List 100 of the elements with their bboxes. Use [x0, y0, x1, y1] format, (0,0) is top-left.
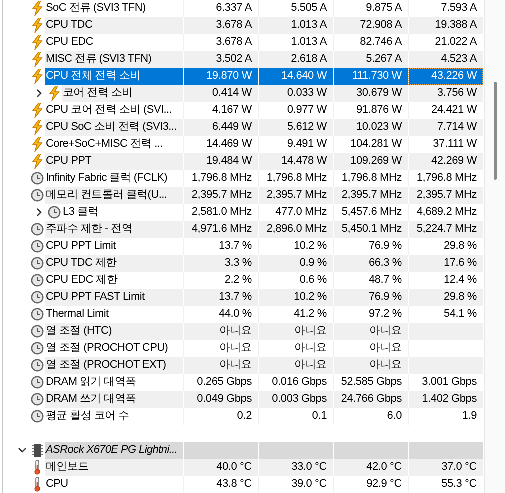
clock-icon	[31, 256, 44, 271]
sensor-value: 4,971.6 MHz	[183, 221, 258, 238]
sensor-name[interactable]: CPU TDC	[45, 17, 183, 34]
sensor-value: 3.502 A	[183, 51, 258, 68]
lightning-icon	[31, 103, 44, 118]
sensor-name[interactable]: CPU PPT Limit	[45, 238, 183, 255]
sensor-name[interactable]: CPU 전체 전력 소비	[45, 68, 183, 85]
scrollbar[interactable]	[484, 0, 505, 493]
sensor-name[interactable]: 평균 활성 코어 수	[45, 408, 183, 425]
sensor-name[interactable]: CPU PPT	[45, 153, 183, 170]
sensor-name[interactable]: L3 클럭	[62, 204, 183, 221]
sensor-value: 66.3 %	[333, 255, 408, 272]
lightning-icon	[31, 69, 44, 84]
sensor-name[interactable]: CPU TDC 제한	[45, 255, 183, 272]
sensor-value: 55.3 °C	[408, 476, 483, 493]
sensor-value: 아니요	[258, 323, 333, 340]
sensor-name[interactable]: Thermal Limit	[45, 306, 183, 323]
sensor-name[interactable]: CPU	[45, 476, 183, 493]
sensor-value: 0.003 Gbps	[258, 391, 333, 408]
scrollbar-thumb[interactable]	[494, 82, 497, 180]
sensor-value: 43.8 °C	[183, 476, 258, 493]
sensor-value: 3.756 W	[408, 85, 483, 102]
expand-chevron-icon[interactable]	[35, 208, 44, 217]
sensor-name[interactable]: MISC 전류 (SVI3 TFN)	[45, 51, 183, 68]
sensor-name[interactable]: 열 조절 (PROCHOT CPU)	[45, 340, 183, 357]
clock-icon	[31, 392, 44, 407]
sensor-name[interactable]: 열 조절 (PROCHOT EXT)	[45, 357, 183, 374]
sensor-value: 43.226 W	[408, 68, 483, 85]
sensor-value: 37.0 °C	[408, 459, 483, 476]
sensor-name[interactable]: CPU EDC	[45, 34, 183, 51]
lightning-icon	[31, 35, 44, 50]
sensor-value: 0.1	[258, 408, 333, 425]
sensor-value: 1.013 A	[258, 17, 333, 34]
sensor-value: 2.618 A	[258, 51, 333, 68]
sensor-value: 0.049 Gbps	[183, 391, 258, 408]
sensor-name[interactable]: CPU EDC 제한	[45, 272, 183, 289]
sensor-value: 2,896.0 MHz	[258, 221, 333, 238]
sensor-value: 19.870 W	[183, 68, 258, 85]
sensor-name[interactable]: 메인보드	[45, 459, 183, 476]
sensor-value: 30.679 W	[333, 85, 408, 102]
sensor-name[interactable]: Infinity Fabric 클럭 (FCLK)	[45, 170, 183, 187]
sensor-value: 4.523 A	[408, 51, 483, 68]
sensor-value: 76.9 %	[333, 289, 408, 306]
sensor-value: 39.0 °C	[258, 476, 333, 493]
sensor-name[interactable]: 코어 전력 소비	[62, 85, 183, 102]
sensor-value: 42.269 W	[408, 153, 483, 170]
sensor-value: 13.7 %	[183, 289, 258, 306]
sensor-value: 2,395.7 MHz	[183, 187, 258, 204]
sensor-value: 42.0 °C	[333, 459, 408, 476]
sensor-value: 24.766 Gbps	[333, 391, 408, 408]
sensor-value: 2,395.7 MHz	[333, 187, 408, 204]
sensor-name[interactable]: DRAM 읽기 대역폭	[45, 374, 183, 391]
sensor-value: 2,395.7 MHz	[408, 187, 483, 204]
clock-icon	[31, 341, 44, 356]
sensor-name[interactable]: CPU PPT FAST Limit	[45, 289, 183, 306]
sensor-name[interactable]: DRAM 쓰기 대역폭	[45, 391, 183, 408]
sensor-value: 109.269 W	[333, 153, 408, 170]
sensor-value: 아니요	[183, 323, 258, 340]
sensor-value: 72.908 A	[333, 17, 408, 34]
clock-icon	[31, 307, 44, 322]
sensor-value: 5.612 W	[258, 119, 333, 136]
sensor-value: 33.0 °C	[258, 459, 333, 476]
sensor-value: 19.484 W	[183, 153, 258, 170]
clock-icon	[31, 358, 44, 373]
sensor-name[interactable]: 주파수 제한 - 전역	[45, 221, 183, 238]
lightning-icon	[31, 52, 44, 67]
sensor-value: 19.388 A	[408, 17, 483, 34]
sensor-name[interactable]: 메모리 컨트롤러 클럭(U...	[45, 187, 183, 204]
sensor-value: 6.0	[333, 408, 408, 425]
sensor-value: 7.714 W	[408, 119, 483, 136]
expand-chevron-icon[interactable]	[35, 89, 44, 98]
clock-icon	[31, 222, 44, 237]
sensor-value: 5.267 A	[333, 51, 408, 68]
sensor-value: 5,224.7 MHz	[408, 221, 483, 238]
sensor-name[interactable]: CPU SoC 소비 전력 (SVI3...	[45, 119, 183, 136]
sensor-value: 40.0 °C	[183, 459, 258, 476]
chip-icon	[31, 443, 44, 458]
sensor-value: 0.9 %	[258, 255, 333, 272]
sensor-value: 0.414 W	[183, 85, 258, 102]
sensor-value: 10.023 W	[333, 119, 408, 136]
clock-icon	[31, 239, 44, 254]
sensor-name[interactable]: CPU 코어 전력 소비 (SVI...	[45, 102, 183, 119]
sensor-value: 14.640 W	[258, 68, 333, 85]
clock-icon	[31, 409, 44, 424]
clock-icon	[48, 205, 61, 220]
collapse-chevron-icon[interactable]	[18, 446, 27, 455]
sensor-value: 3.3 %	[183, 255, 258, 272]
sensor-value: 0.033 W	[258, 85, 333, 102]
sensor-value: 2,395.7 MHz	[258, 187, 333, 204]
sensor-value: 0.2	[183, 408, 258, 425]
sensor-value: 10.2 %	[258, 289, 333, 306]
clock-icon	[31, 171, 44, 186]
sensor-name[interactable]: 열 조절 (HTC)	[45, 323, 183, 340]
sensor-value: 17.6 %	[408, 255, 483, 272]
clock-icon	[31, 273, 44, 288]
sensor-name[interactable]: SoC 전류 (SVI3 TFN)	[45, 0, 183, 17]
sensor-name[interactable]: Core+SoC+MISC 전력 ...	[45, 136, 183, 153]
lightning-icon	[48, 86, 61, 101]
device-name[interactable]: ASRock X670E PG Lightni...	[45, 442, 183, 459]
sensor-value: 3.678 A	[183, 17, 258, 34]
